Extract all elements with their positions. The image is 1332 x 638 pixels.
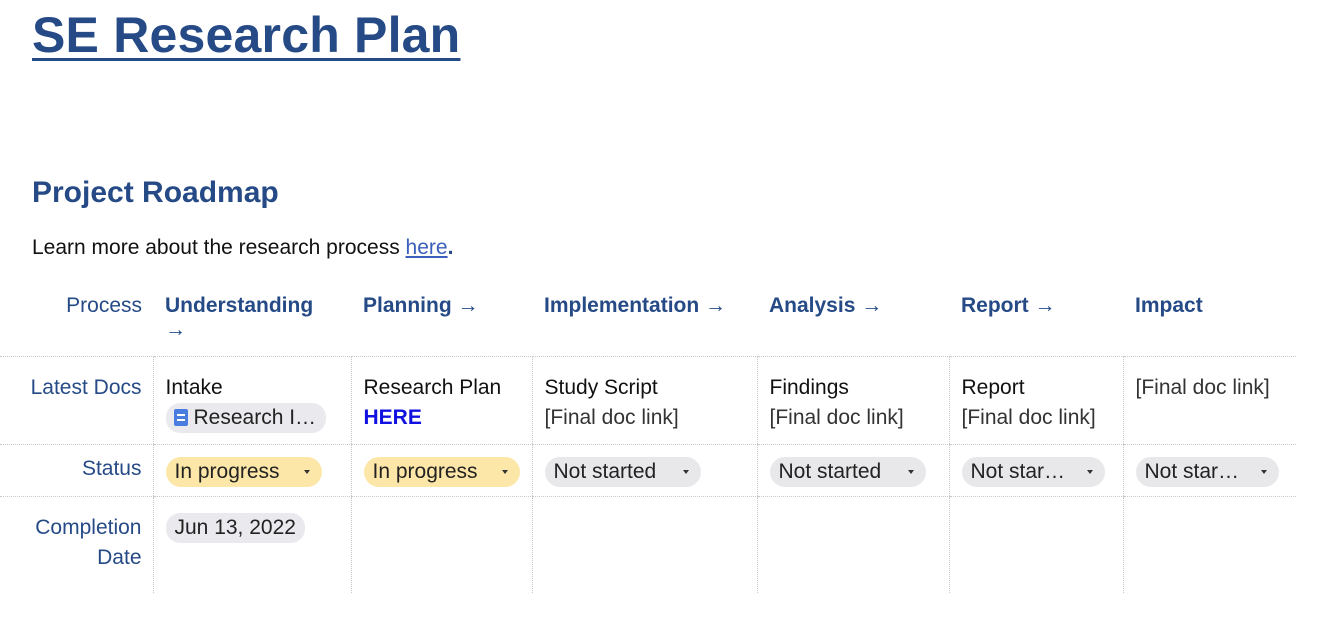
status-dropdown[interactable]: In progress: [165, 456, 322, 487]
row-label-completion-date: Completion Date: [35, 515, 142, 569]
completion-cell-planning[interactable]: [350, 496, 532, 593]
status-row: Status In progress In progress Not start…: [0, 444, 1296, 497]
status-label: Not star…: [970, 459, 1066, 483]
research-process-link[interactable]: here: [406, 236, 448, 259]
research-intake-doc-chip[interactable]: Research I…: [165, 402, 327, 433]
chevron-down-icon: [1086, 469, 1093, 474]
intro-body: Learn more about the research process: [32, 236, 406, 259]
chevron-down-icon: [303, 469, 310, 474]
roadmap-table: Process Understanding → Planning → Imple…: [0, 286, 1296, 593]
status-dropdown[interactable]: Not started: [544, 456, 701, 487]
final-doc-link[interactable]: [Final doc link]: [1136, 373, 1285, 403]
process-row: Process Understanding → Planning → Imple…: [0, 286, 1296, 357]
column-header-understanding: Understanding →: [153, 286, 351, 357]
status-label: Not star…: [1144, 459, 1240, 483]
completion-date-row: Completion Date Jun 13, 2022: [0, 496, 1296, 593]
date-chip[interactable]: Jun 13, 2022: [165, 512, 305, 543]
page-title[interactable]: SE Research Plan: [32, 6, 460, 64]
chevron-down-icon: [501, 469, 508, 474]
doc-name: Intake: [165, 375, 223, 399]
doc-name: Findings: [769, 375, 849, 399]
doc-chip-label: Research I…: [193, 405, 317, 429]
column-header-analysis: Analysis →: [757, 286, 949, 357]
status-label: In progress: [372, 459, 478, 483]
completion-cell-analysis[interactable]: [756, 496, 949, 593]
doc-name: Report: [961, 375, 1025, 399]
chevron-down-icon: [682, 469, 689, 474]
row-label-process: Process: [0, 286, 153, 357]
final-doc-link[interactable]: [Final doc link]: [962, 403, 1111, 433]
status-cell-impact: Not star…: [1122, 444, 1296, 497]
column-header-implementation: Implementation →: [532, 286, 757, 357]
status-cell-report: Not star…: [948, 444, 1123, 497]
status-dropdown[interactable]: Not star…: [961, 456, 1105, 487]
status-label: Not started: [778, 459, 882, 483]
row-label-latest-docs: Latest Docs: [0, 356, 153, 445]
doc-name: Study Script: [544, 375, 658, 399]
docs-cell-planning: Research Plan HERE: [350, 356, 532, 445]
research-plan-here-link[interactable]: HERE: [364, 403, 520, 433]
status-cell-implementation: Not started: [531, 444, 757, 497]
docs-cell-report: Report [Final doc link]: [948, 356, 1123, 445]
docs-cell-impact: [Final doc link]: [1122, 356, 1296, 445]
google-doc-icon: [173, 409, 188, 426]
status-cell-planning: In progress: [350, 444, 532, 497]
status-label: In progress: [174, 459, 280, 483]
intro-trailing: .: [447, 236, 454, 259]
completion-cell-impact[interactable]: [1122, 496, 1296, 593]
column-header-planning: Planning →: [351, 286, 532, 357]
intro-text: Learn more about the research process he…: [32, 236, 453, 260]
doc-name: Research Plan: [363, 375, 502, 399]
docs-cell-understanding: Intake Research I…: [152, 356, 351, 445]
status-cell-understanding: In progress: [152, 444, 351, 497]
status-dropdown[interactable]: Not star…: [1135, 456, 1279, 487]
status-label: Not started: [553, 459, 657, 483]
completion-cell-report[interactable]: [948, 496, 1123, 593]
docs-cell-analysis: Findings [Final doc link]: [756, 356, 949, 445]
row-label-status: Status: [0, 444, 153, 497]
section-heading: Project Roadmap: [32, 176, 279, 209]
latest-docs-row: Latest Docs Intake Research I… Research …: [0, 356, 1296, 445]
status-dropdown[interactable]: In progress: [363, 456, 520, 487]
column-header-report: Report →: [949, 286, 1123, 357]
status-dropdown[interactable]: Not started: [769, 456, 926, 487]
completion-cell-implementation[interactable]: [531, 496, 757, 593]
chevron-down-icon: [1260, 469, 1267, 474]
final-doc-link[interactable]: [Final doc link]: [770, 403, 937, 433]
chevron-down-icon: [907, 469, 914, 474]
final-doc-link[interactable]: [Final doc link]: [545, 403, 745, 433]
docs-cell-implementation: Study Script [Final doc link]: [531, 356, 757, 445]
column-header-impact: Impact: [1123, 286, 1296, 357]
status-cell-analysis: Not started: [756, 444, 949, 497]
completion-cell-understanding: Jun 13, 2022: [152, 496, 351, 593]
